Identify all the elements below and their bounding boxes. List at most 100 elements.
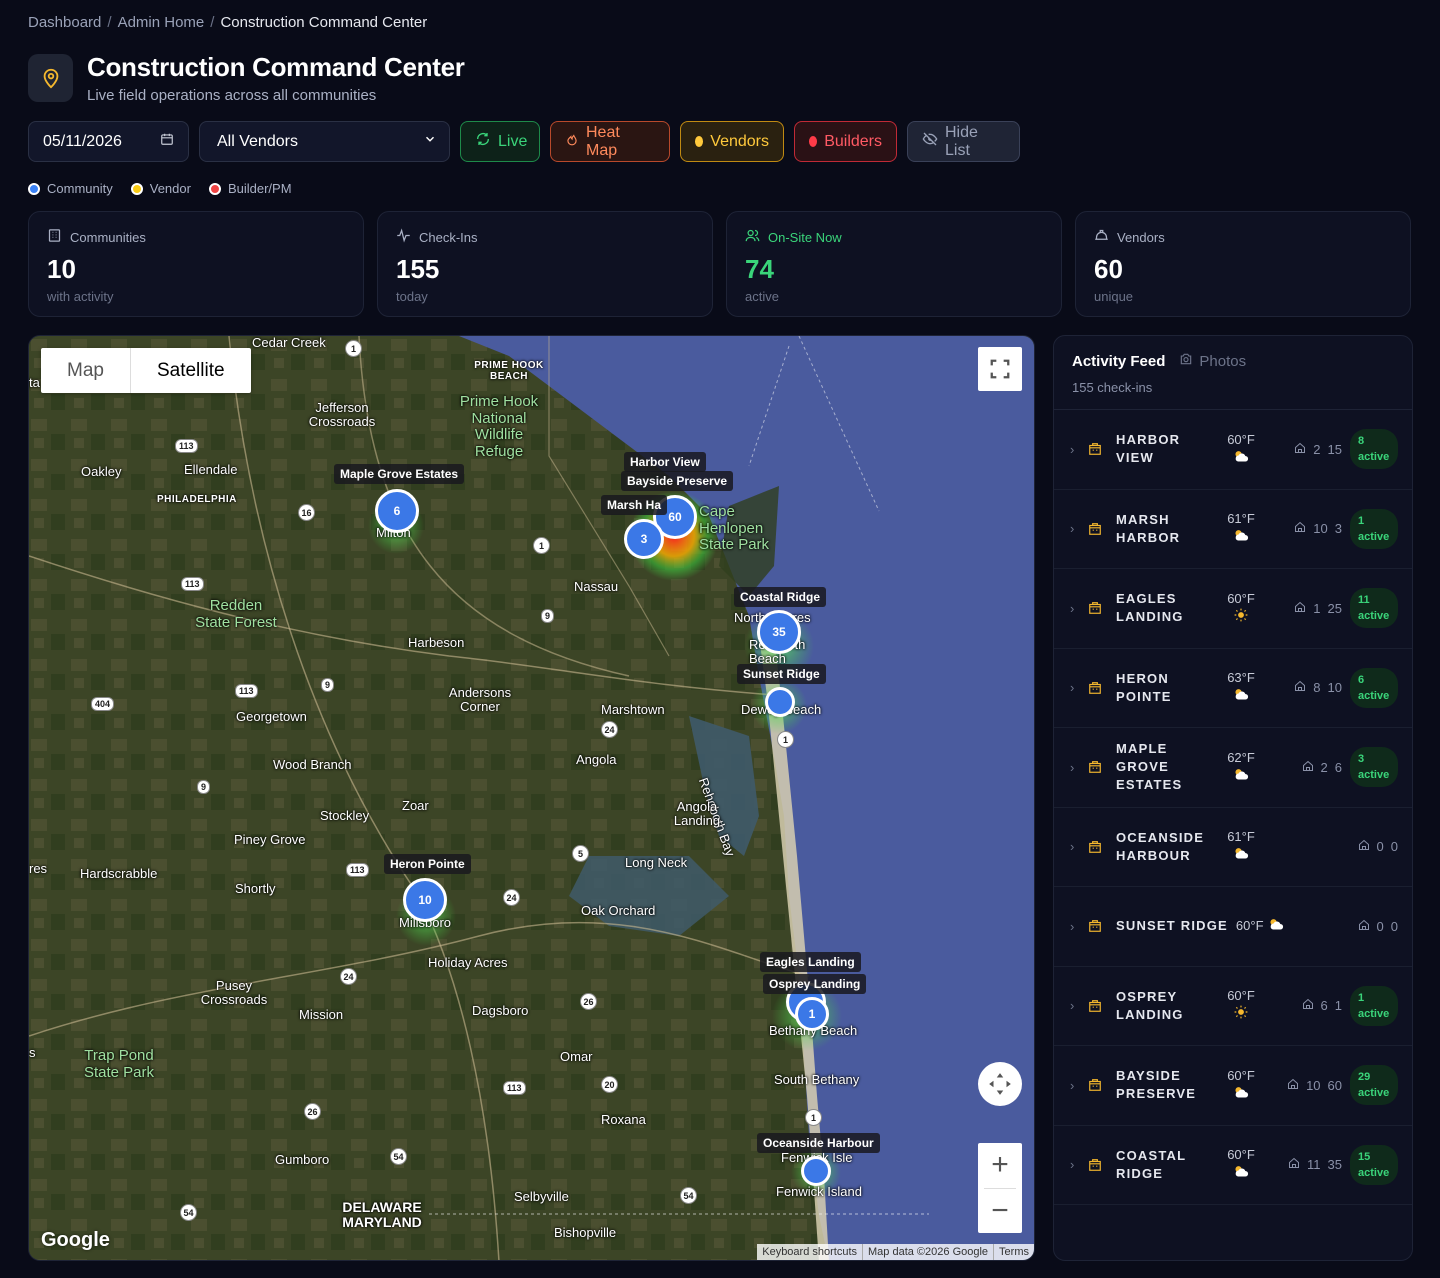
road-shield: 113 bbox=[175, 439, 198, 453]
feed-count: 155 check-ins bbox=[1072, 380, 1153, 395]
flame-icon bbox=[565, 131, 579, 152]
chevron-right-icon[interactable]: › bbox=[1070, 919, 1088, 934]
community-label-oceanside[interactable]: Oceanside Harbour bbox=[757, 1133, 880, 1153]
feed-row[interactable]: › Maple Grove Estates 62°F 2 6 3 active bbox=[1054, 728, 1412, 808]
active-badge: 8 active bbox=[1350, 429, 1398, 470]
stat-card-check-ins: Check-Ins 155 today bbox=[377, 211, 713, 317]
vendors-button[interactable]: Vendors bbox=[680, 121, 784, 162]
calendar-icon[interactable] bbox=[160, 132, 174, 151]
date-input[interactable]: 05/11/2026 bbox=[28, 121, 189, 162]
home-icon bbox=[1294, 601, 1306, 616]
map-type-satellite[interactable]: Satellite bbox=[129, 348, 251, 393]
page-title: Construction Command Center bbox=[87, 52, 465, 82]
community-cluster[interactable]: 6 bbox=[375, 489, 419, 533]
community-label-heron-pointe[interactable]: Heron Pointe bbox=[384, 854, 471, 874]
legend-label: Community bbox=[47, 181, 113, 196]
fullscreen-button[interactable] bbox=[978, 347, 1022, 391]
terms-link[interactable]: Terms bbox=[993, 1244, 1034, 1260]
community-cluster[interactable]: 1 bbox=[795, 997, 829, 1031]
homes-count: 8 bbox=[1313, 680, 1321, 696]
temperature: 60°F bbox=[1235, 917, 1264, 933]
feed-tab-photos[interactable]: Photos bbox=[1179, 352, 1246, 370]
community-label-sunset-ridge[interactable]: Sunset Ridge bbox=[737, 664, 826, 684]
home-icon bbox=[1358, 839, 1370, 854]
community-marker[interactable] bbox=[765, 687, 795, 717]
active-badge: 1 active bbox=[1350, 508, 1398, 549]
feed-header: Activity Feed Photos 155 check-ins bbox=[1054, 336, 1412, 410]
map-place-label: Jefferson Crossroads bbox=[308, 400, 376, 430]
feed-row[interactable]: › Eagles Landing 60°F 1 25 11 active bbox=[1054, 569, 1412, 649]
chevron-right-icon[interactable]: › bbox=[1070, 442, 1088, 457]
community-label-maple-grove[interactable]: Maple Grove Estates bbox=[334, 464, 465, 484]
community-label-marsh-harbor[interactable]: Marsh Ha bbox=[601, 495, 668, 515]
road-shield: 404 bbox=[91, 697, 115, 711]
builder-dot-icon bbox=[208, 182, 221, 195]
road-shield: 1 bbox=[345, 340, 362, 357]
home-icon bbox=[1358, 919, 1370, 934]
map-view[interactable]: Map Satellite + − Google Keyboard shortc… bbox=[28, 335, 1035, 1261]
eye-off-icon bbox=[922, 131, 938, 152]
feed-row[interactable]: › Coastal Ridge 60°F 11 35 15 active bbox=[1054, 1126, 1412, 1205]
chevron-right-icon[interactable]: › bbox=[1070, 1078, 1088, 1093]
chevron-right-icon[interactable]: › bbox=[1070, 601, 1088, 616]
checkins-count: 10 bbox=[1327, 680, 1342, 696]
community-label-coastal-ridge[interactable]: Coastal Ridge bbox=[734, 587, 827, 607]
weather: 60°F bbox=[1216, 1067, 1266, 1104]
chevron-right-icon[interactable]: › bbox=[1070, 760, 1088, 775]
hide-list-button[interactable]: Hide List bbox=[907, 121, 1020, 162]
feed-row[interactable]: › Osprey Landing 60°F 6 1 1 active bbox=[1054, 967, 1412, 1046]
map-place-label: Georgetown bbox=[236, 709, 307, 724]
hide-list-label: Hide List bbox=[945, 123, 978, 159]
map-camera-control[interactable] bbox=[978, 1062, 1022, 1106]
row-counts: 8 10 bbox=[1294, 680, 1342, 695]
zoom-out-button[interactable]: − bbox=[978, 1189, 1022, 1234]
chevron-right-icon[interactable]: › bbox=[1070, 998, 1088, 1013]
chevron-right-icon[interactable]: › bbox=[1070, 839, 1088, 854]
stats-row: Communities 10 with activity Check-Ins 1… bbox=[28, 211, 1411, 317]
chevron-right-icon[interactable]: › bbox=[1070, 1157, 1088, 1172]
partly-cloudy-icon bbox=[1268, 917, 1284, 936]
feed-row[interactable]: › Bayside Preserve 60°F 10 60 29 active bbox=[1054, 1046, 1412, 1126]
weather: 61°F bbox=[1216, 828, 1266, 865]
chevron-right-icon[interactable]: › bbox=[1070, 680, 1088, 695]
partly-cloudy-icon bbox=[1233, 450, 1249, 466]
keyboard-shortcuts-link[interactable]: Keyboard shortcuts bbox=[757, 1244, 862, 1260]
feed-row[interactable]: › Oceanside Harbour 61°F 0 0 bbox=[1054, 808, 1412, 887]
page-subtitle: Live field operations across all communi… bbox=[87, 87, 377, 104]
builders-button[interactable]: Builders bbox=[794, 121, 897, 162]
weather: 62°F bbox=[1216, 749, 1266, 786]
activity-feed: Activity Feed Photos 155 check-ins › Harb… bbox=[1053, 335, 1413, 1261]
chevron-right-icon[interactable]: › bbox=[1070, 521, 1088, 536]
community-label-harbor-view[interactable]: Harbor View bbox=[624, 452, 706, 472]
live-button[interactable]: Live bbox=[460, 121, 540, 162]
community-name: Sunset Ridge bbox=[1116, 918, 1228, 934]
toolbar: 05/11/2026 All Vendors Live Heat Map Ven… bbox=[28, 121, 1020, 162]
heat-map-button[interactable]: Heat Map bbox=[550, 121, 670, 162]
breadcrumb-admin-home[interactable]: Admin Home bbox=[118, 14, 205, 31]
homes-count: 0 bbox=[1376, 839, 1384, 855]
map-place-label: Zoar bbox=[402, 798, 429, 813]
feed-row[interactable]: › Sunset Ridge 60°F 0 0 bbox=[1054, 887, 1412, 967]
checkins-count: 35 bbox=[1327, 1157, 1342, 1173]
community-marker[interactable] bbox=[801, 1156, 831, 1186]
map-place-label: DELAWARE MARYLAND bbox=[342, 1199, 422, 1231]
community-label-bayside-preserve[interactable]: Bayside Preserve bbox=[621, 471, 734, 491]
map-type-toggle: Map Satellite bbox=[41, 348, 251, 393]
map-type-map[interactable]: Map bbox=[41, 348, 130, 393]
community-label-eagles-landing[interactable]: Eagles Landing bbox=[760, 952, 861, 972]
community-cluster[interactable]: 10 bbox=[403, 878, 447, 922]
zoom-in-button[interactable]: + bbox=[978, 1143, 1022, 1188]
breadcrumb-dashboard[interactable]: Dashboard bbox=[28, 14, 101, 31]
map-place-label: South Bethany bbox=[774, 1072, 860, 1087]
feed-row[interactable]: › Heron Pointe 63°F 8 10 6 active bbox=[1054, 649, 1412, 728]
feed-tab-activity[interactable]: Activity Feed bbox=[1072, 353, 1165, 370]
vendor-select[interactable]: All Vendors bbox=[199, 121, 450, 162]
map-data-text: Map data ©2026 Google bbox=[862, 1244, 993, 1260]
community-label-osprey-landing[interactable]: Osprey Landing bbox=[763, 974, 867, 994]
home-icon bbox=[1302, 760, 1314, 775]
feed-row[interactable]: › Harbor View 60°F 2 15 8 active bbox=[1054, 410, 1412, 490]
community-cluster[interactable]: 3 bbox=[624, 519, 664, 559]
map-place-label: Shortly bbox=[235, 881, 276, 896]
community-cluster[interactable]: 35 bbox=[757, 610, 801, 654]
feed-row[interactable]: › Marsh Harbor 61°F 10 3 1 active bbox=[1054, 490, 1412, 569]
